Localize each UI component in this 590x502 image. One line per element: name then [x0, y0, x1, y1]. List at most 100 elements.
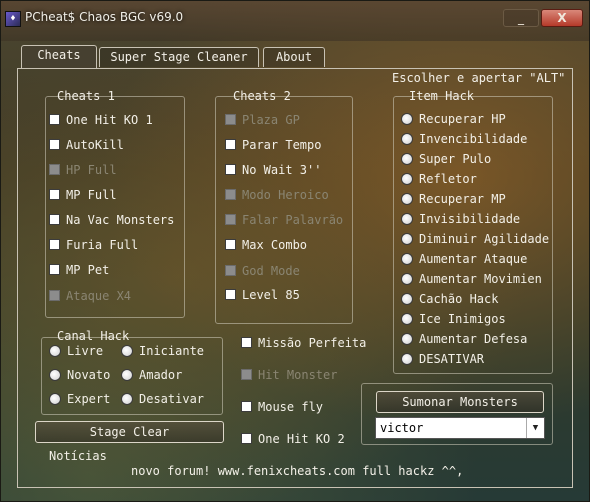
minimize-button[interactable]: _: [503, 9, 539, 27]
radio-icon: [401, 313, 413, 325]
radio-icon: [401, 233, 413, 245]
canal-hack-title: Canal Hack: [57, 329, 130, 343]
radio-icon: [401, 213, 413, 225]
radio-aumentar-ataque[interactable]: Aumentar Ataque: [401, 251, 527, 267]
checkbox-label: Parar Tempo: [242, 138, 322, 152]
summon-monsters-button[interactable]: Sumonar Monsters: [376, 391, 544, 413]
monster-select[interactable]: victor ▼: [375, 417, 545, 439]
cheats2-title: Cheats 2: [233, 89, 291, 103]
checkbox-icon: [225, 265, 236, 276]
checkbox-label: Falar Palavrão: [242, 213, 344, 227]
radio-label: Desativar: [139, 392, 205, 406]
checkbox-icon: [49, 239, 60, 250]
radio-icon: [121, 369, 133, 381]
radio-expert[interactable]: Expert: [49, 391, 110, 407]
checkbox-icon: [49, 189, 60, 200]
radio-label: Amador: [139, 368, 183, 382]
item-hack-hint: Escolher e apertar "ALT": [392, 71, 566, 85]
radio-label: Aumentar Defesa: [419, 332, 528, 346]
app-window: ♦ PCheat$ Chaos BGC v69.0 _ X Cheats Sup…: [0, 0, 590, 502]
radio-icon: [401, 113, 413, 125]
radio-icon: [401, 193, 413, 205]
checkbox-parar-tempo[interactable]: Parar Tempo: [225, 137, 321, 153]
radio-label: Cachão Hack: [419, 292, 499, 306]
checkbox-level-85[interactable]: Level 85: [225, 287, 300, 303]
checkbox-mp-full[interactable]: MP Full: [49, 187, 117, 203]
radio-label: Aumentar Ataque: [419, 252, 528, 266]
radio-livre[interactable]: Livre: [49, 343, 103, 359]
checkbox-icon: [49, 214, 60, 225]
radio-icon: [401, 353, 413, 365]
checkbox-hp-full: HP Full: [49, 162, 117, 178]
checkbox-label: Max Combo: [242, 238, 308, 252]
checkbox-one-hit-ko-2[interactable]: One Hit KO 2: [241, 431, 345, 447]
tab-super-stage-cleaner[interactable]: Super Stage Cleaner: [99, 47, 259, 67]
radio-label: Invencibilidade: [419, 132, 528, 146]
radio-label: Ice Inimigos: [419, 312, 506, 326]
checkbox-label: Ataque X4: [66, 289, 132, 303]
radio-recuperar-mp[interactable]: Recuperar MP: [401, 191, 506, 207]
checkbox-icon: [49, 164, 60, 175]
radio-super-pulo[interactable]: Super Pulo: [401, 151, 491, 167]
checkbox-label: MP Full: [66, 188, 117, 202]
radio-icon: [49, 345, 61, 357]
radio-ice-inimigos[interactable]: Ice Inimigos: [401, 311, 506, 327]
checkbox-max-combo[interactable]: Max Combo: [225, 237, 307, 253]
checkbox-one-hit-ko-1[interactable]: One Hit KO 1: [49, 112, 153, 128]
close-button[interactable]: X: [541, 9, 583, 27]
radio-desativar-item[interactable]: DESATIVAR: [401, 351, 484, 367]
cheats1-group: [45, 96, 185, 318]
checkbox-mp-pet[interactable]: MP Pet: [49, 262, 109, 278]
radio-recuperar-hp[interactable]: Recuperar HP: [401, 111, 506, 127]
checkbox-label: MP Pet: [66, 263, 110, 277]
news-ticker: novo forum! www.fenixcheats.com full hac…: [131, 464, 464, 478]
tab-cheats[interactable]: Cheats: [21, 45, 97, 69]
radio-cachao-hack[interactable]: Cachão Hack: [401, 291, 498, 307]
checkbox-no-wait[interactable]: No Wait 3'': [225, 162, 321, 178]
radio-amador[interactable]: Amador: [121, 367, 182, 383]
radio-label: Super Pulo: [419, 152, 492, 166]
checkbox-na-vac-monsters[interactable]: Na Vac Monsters: [49, 212, 174, 228]
news-label: Notícias: [49, 449, 107, 463]
radio-aumentar-movimien[interactable]: Aumentar Movimien: [401, 271, 542, 287]
radio-icon: [401, 333, 413, 345]
checkbox-label: Na Vac Monsters: [66, 213, 175, 227]
checkbox-icon: [225, 289, 236, 300]
checkbox-icon: [49, 139, 60, 150]
radio-diminuir-agilidade[interactable]: Diminuir Agilidade: [401, 231, 549, 247]
radio-icon: [401, 273, 413, 285]
checkbox-label: Modo Heroico: [242, 188, 329, 202]
cheats1-title: Cheats 1: [57, 89, 115, 103]
item-hack-title: Item Hack: [409, 89, 475, 103]
checkbox-label: Mouse fly: [258, 400, 324, 414]
tab-about[interactable]: About: [263, 47, 325, 67]
radio-invisibilidade[interactable]: Invisibilidade: [401, 211, 520, 227]
checkbox-icon: [225, 214, 236, 225]
radio-novato[interactable]: Novato: [49, 367, 110, 383]
checkbox-label: One Hit KO 2: [258, 432, 345, 446]
radio-desativar-canal[interactable]: Desativar: [121, 391, 204, 407]
monster-select-value: victor: [380, 421, 424, 435]
checkbox-label: Level 85: [242, 288, 300, 302]
checkbox-mouse-fly[interactable]: Mouse fly: [241, 399, 323, 415]
checkbox-missao-perfeita[interactable]: Missão Perfeita: [241, 335, 366, 351]
checkbox-autokill[interactable]: AutoKill: [49, 137, 124, 153]
checkbox-label: No Wait 3'': [242, 163, 322, 177]
radio-invencibilidade[interactable]: Invencibilidade: [401, 131, 527, 147]
checkbox-label: One Hit KO 1: [66, 113, 153, 127]
checkbox-label: Missão Perfeita: [258, 336, 367, 350]
stage-clear-button[interactable]: Stage Clear: [35, 421, 224, 443]
radio-iniciante[interactable]: Iniciante: [121, 343, 204, 359]
checkbox-modo-heroico: Modo Heroico: [225, 187, 329, 203]
checkbox-label: Hit Monster: [258, 368, 338, 382]
chevron-down-icon[interactable]: ▼: [526, 418, 544, 438]
checkbox-furia-full[interactable]: Furia Full: [49, 237, 138, 253]
radio-refletor[interactable]: Refletor: [401, 171, 477, 187]
checkbox-icon: [241, 369, 252, 380]
checkbox-plaza-gp: Plaza GP: [225, 112, 300, 128]
checkbox-label: HP Full: [66, 163, 117, 177]
radio-icon: [49, 369, 61, 381]
radio-label: Aumentar Movimien: [419, 272, 542, 286]
checkbox-hit-monster: Hit Monster: [241, 367, 337, 383]
radio-aumentar-defesa[interactable]: Aumentar Defesa: [401, 331, 527, 347]
